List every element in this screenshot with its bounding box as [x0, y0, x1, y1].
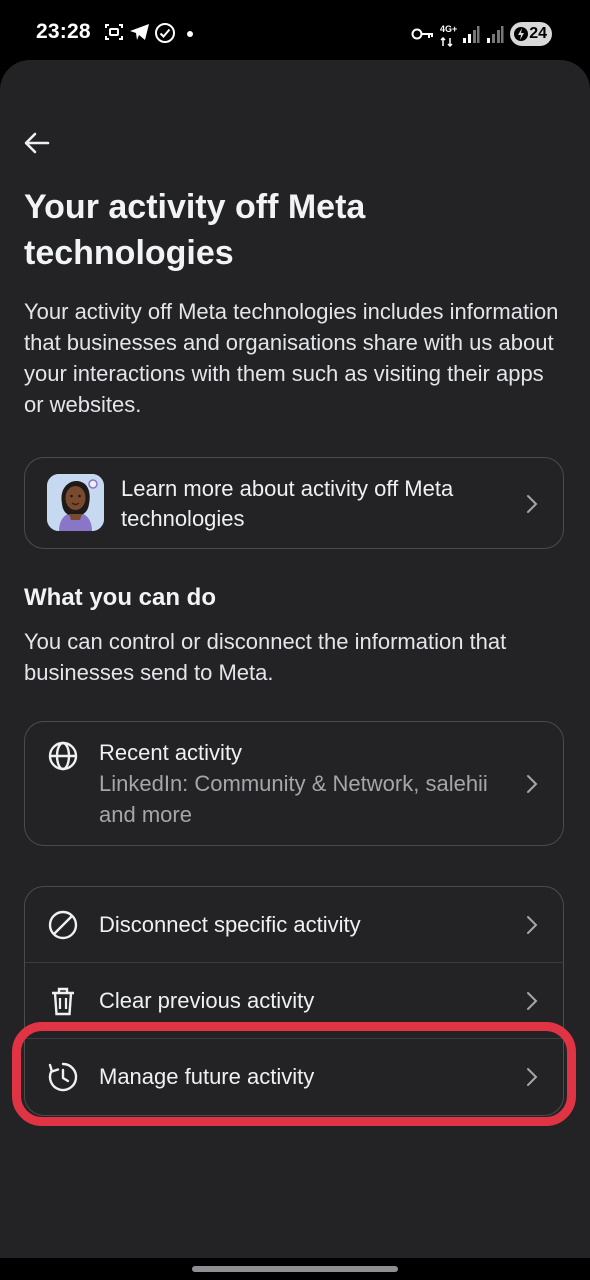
- page-title: Your activity off Meta technologies: [24, 188, 366, 272]
- chevron-right-icon: [527, 495, 538, 513]
- status-time: 23:28: [36, 20, 91, 43]
- disconnect-specific-activity-row[interactable]: Disconnect specific activity: [25, 887, 563, 963]
- signal-icon: [463, 26, 480, 43]
- disconnect-specific-activity-label: Disconnect specific activity: [99, 912, 361, 937]
- network-label: 4G+: [440, 24, 458, 34]
- trash-icon: [52, 987, 74, 1016]
- battery-icon: 24: [510, 22, 552, 46]
- highlight-annotation: [12, 1022, 576, 1126]
- status-bar: 23:28 4G+ 24: [0, 0, 590, 62]
- learn-more-card[interactable]: Learn more about activity off Meta techn…: [24, 457, 564, 549]
- check-circle-icon: [155, 23, 175, 43]
- page-description: Your activity off Meta technologies incl…: [24, 299, 559, 417]
- chevron-right-icon: [527, 916, 538, 934]
- learn-more-label: Learn more about activity off Meta techn…: [121, 476, 454, 531]
- chevron-right-icon: [527, 775, 538, 793]
- section-heading: What you can do: [24, 584, 216, 611]
- recent-activity-title: Recent activity: [99, 740, 243, 765]
- clear-previous-activity-label: Clear previous activity: [99, 988, 315, 1013]
- key-icon: [411, 28, 433, 40]
- arrow-left-icon[interactable]: [22, 128, 52, 158]
- home-indicator[interactable]: [192, 1266, 398, 1272]
- dot-icon: [187, 31, 193, 37]
- section-text: You can control or disconnect the inform…: [24, 629, 507, 685]
- disconnect-icon: [48, 910, 78, 940]
- recent-activity-subtitle: LinkedIn: Community & Network, salehii a…: [99, 771, 488, 827]
- network-4g-icon: 4G+: [440, 24, 460, 48]
- chevron-right-icon: [527, 992, 538, 1010]
- avatar-illustration: [47, 474, 104, 531]
- recent-activity-card[interactable]: Recent activity LinkedIn: Community & Ne…: [24, 721, 564, 846]
- battery-level: 24: [529, 25, 547, 42]
- signal-icon-2: [487, 26, 504, 43]
- screenshot-icon: [105, 24, 123, 40]
- telegram-icon: [130, 24, 149, 40]
- globe-icon: [48, 741, 78, 771]
